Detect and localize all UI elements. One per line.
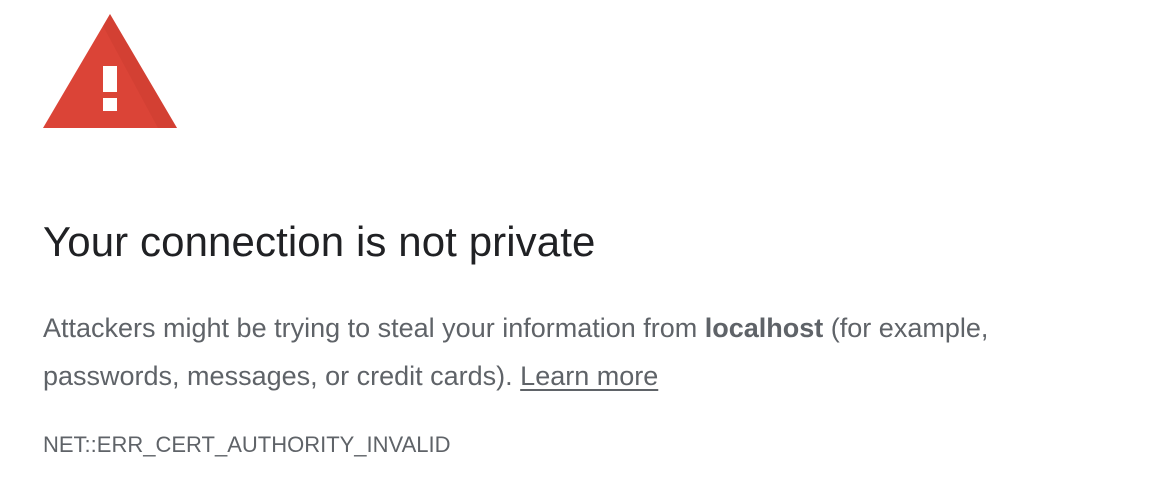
explanation-line1-suffix: (for example, <box>823 313 989 343</box>
learn-more-link[interactable]: Learn more <box>520 361 658 391</box>
interstitial-page: Your connection is not private Attackers… <box>43 0 1143 486</box>
explanation-prefix: Attackers might be trying to steal your … <box>43 313 705 343</box>
warning-triangle-icon <box>43 14 177 130</box>
explanation-line2: passwords, messages, or credit cards). <box>43 361 521 391</box>
page-title: Your connection is not private <box>43 218 596 265</box>
error-code[interactable]: NET::ERR_CERT_AUTHORITY_INVALID <box>43 430 451 460</box>
explanation-text: Attackers might be trying to steal your … <box>43 304 1143 400</box>
host-name: localhost <box>704 313 824 343</box>
